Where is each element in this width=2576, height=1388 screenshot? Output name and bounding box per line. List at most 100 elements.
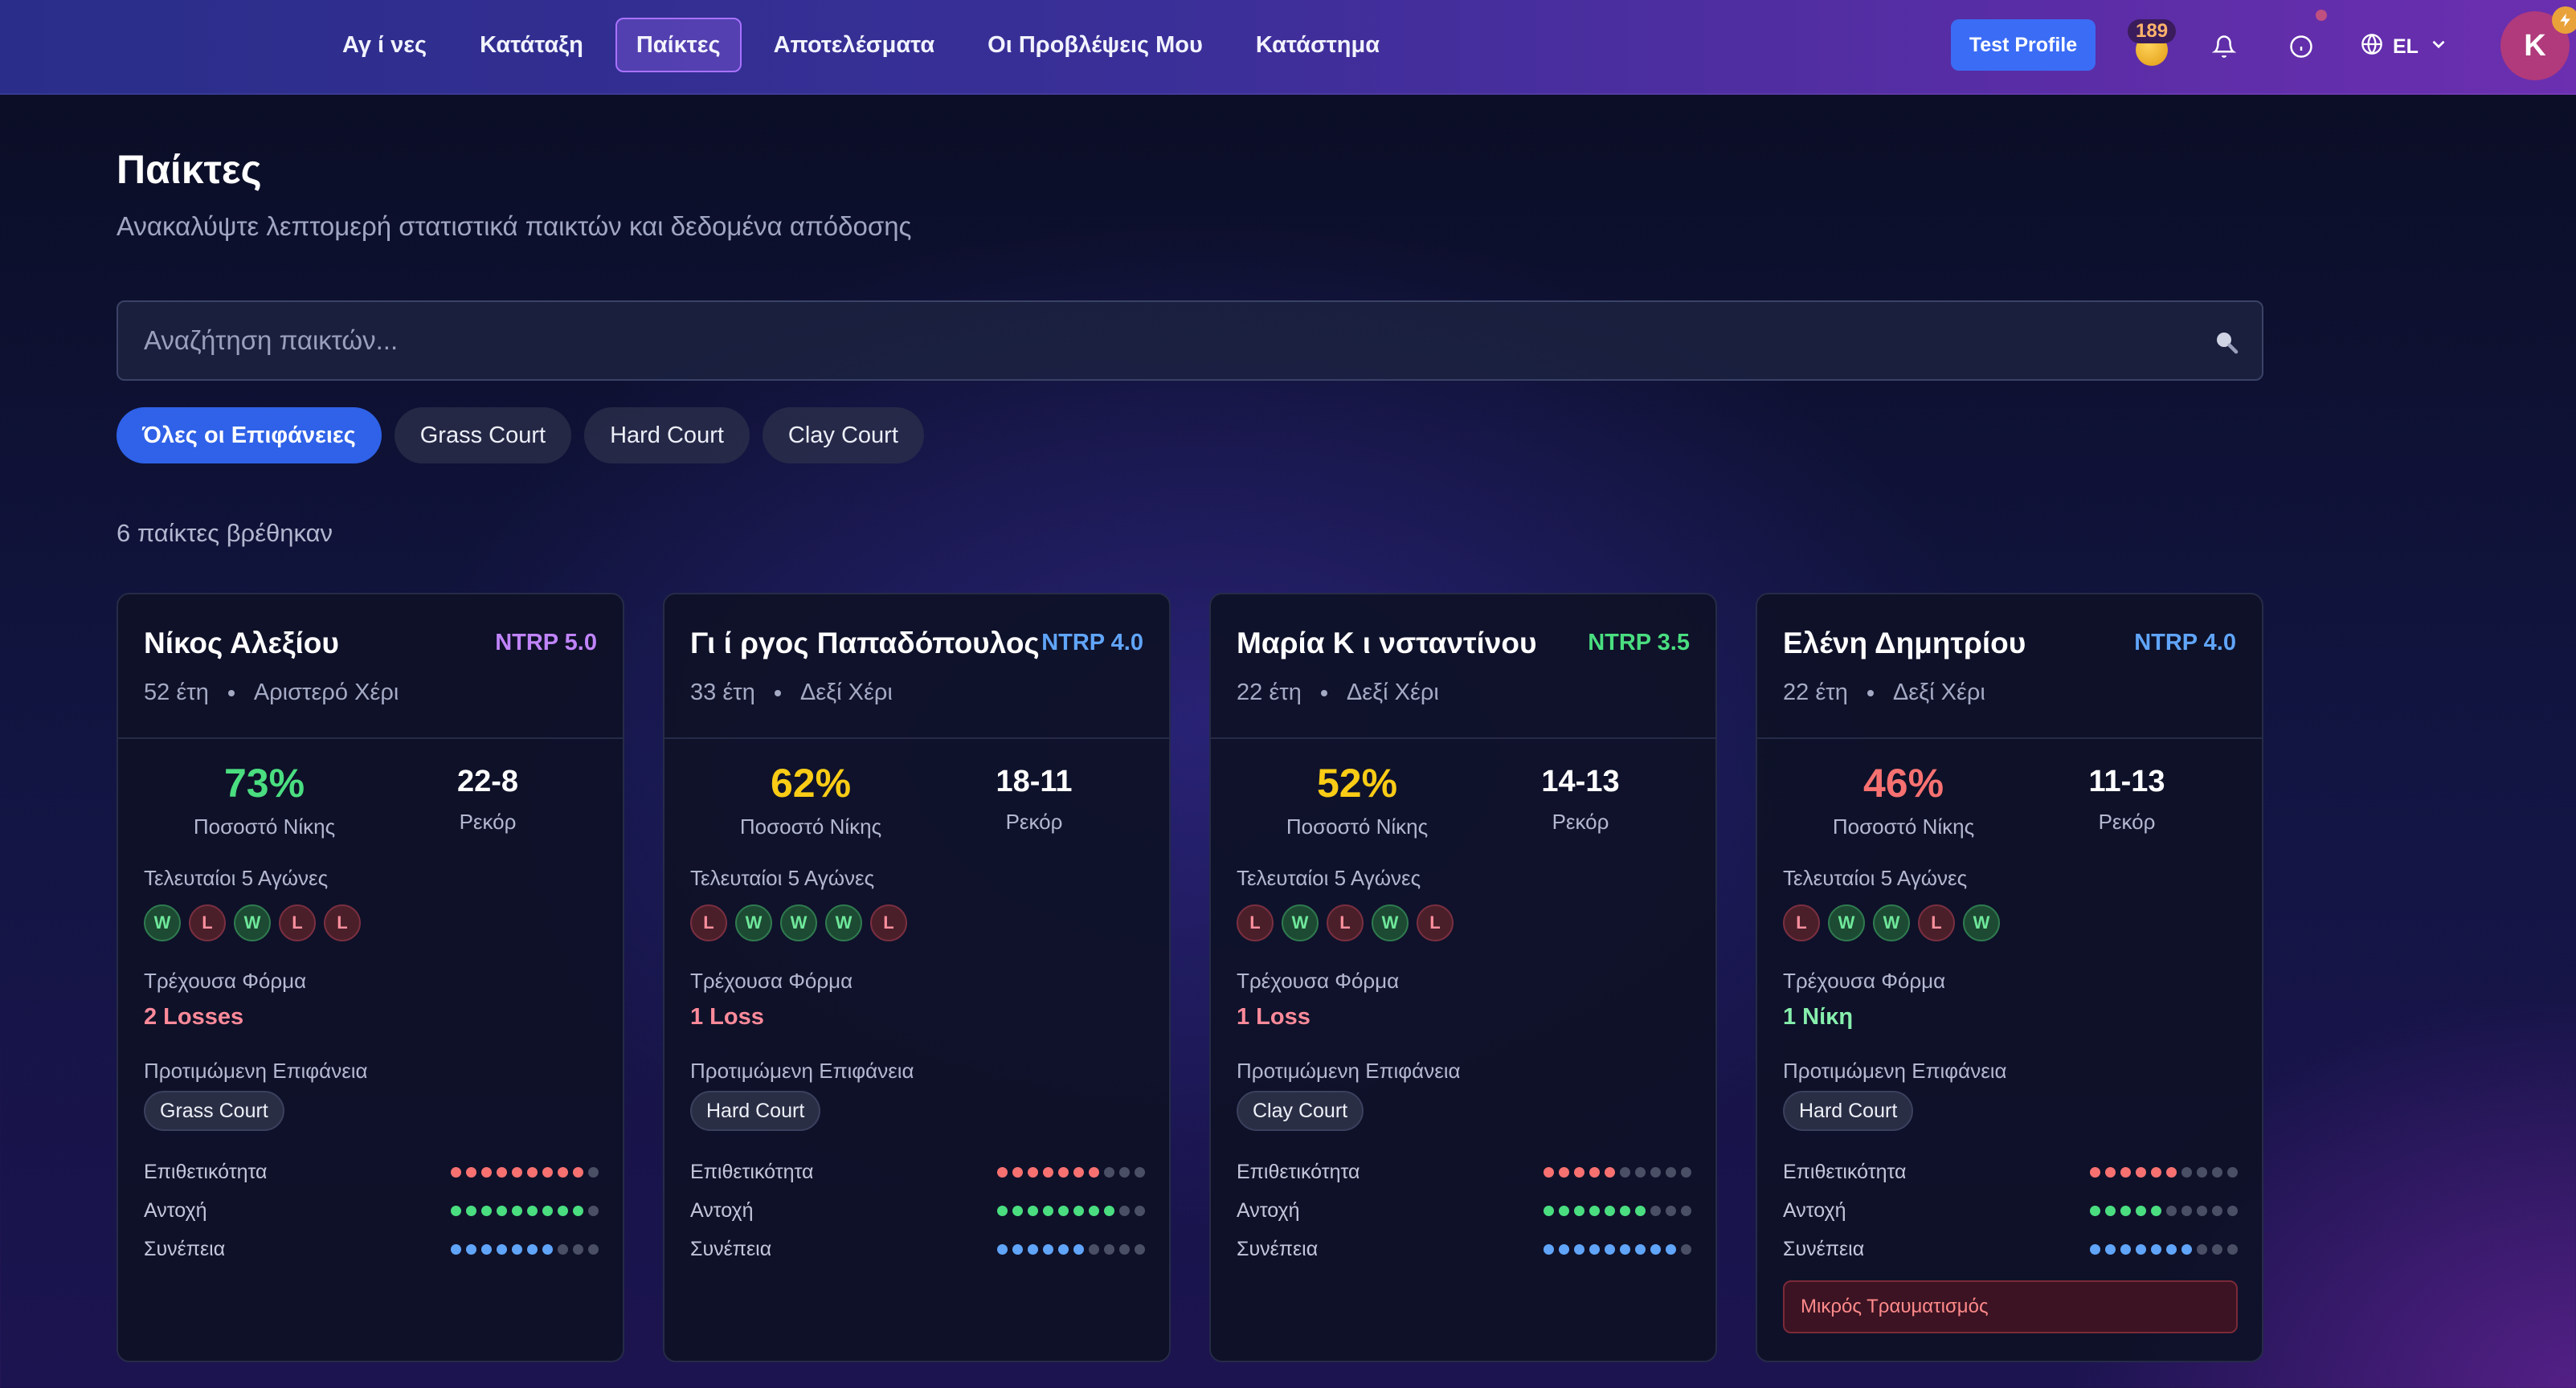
stat-dot: [2151, 1166, 2161, 1178]
nav-link-tournaments[interactable]: Αγ ί νες: [321, 18, 448, 72]
aggression-label: Επιθετικότητα: [1783, 1160, 1907, 1183]
stat-dot: [573, 1205, 583, 1216]
stat-dot: [1119, 1243, 1130, 1255]
stat-dot: [1058, 1243, 1069, 1255]
preferred-surface-label: Προτιμώμενη Επιφάνεια: [690, 1059, 914, 1083]
stat-dot: [1544, 1166, 1554, 1178]
separator-dot: [1867, 689, 1874, 696]
stat-dot: [1104, 1243, 1114, 1255]
endurance-stat: Αντοχή: [1783, 1198, 2238, 1223]
nav-link-results[interactable]: Αποτελέσματα: [753, 18, 956, 72]
consistency-label: Συνέπεια: [690, 1237, 772, 1260]
stat-dot: [1574, 1243, 1584, 1255]
coin-count-badge: 189: [2128, 19, 2177, 43]
stat-dot: [1559, 1243, 1569, 1255]
stat-dot: [1589, 1205, 1600, 1216]
player-name: Ελένη Δημητρίου: [1783, 627, 2026, 659]
nav-link-my-predictions[interactable]: Οι Προβλέψεις Μου: [967, 18, 1224, 72]
nav-link-leaderboard[interactable]: Κατάταξη: [459, 18, 604, 72]
filter-grass-court[interactable]: Grass Court: [394, 407, 572, 463]
aggression-stat: Επιθετικότητα: [1783, 1160, 2238, 1184]
bell-icon[interactable]: [2206, 29, 2242, 64]
win-percentage: 52%: [1316, 761, 1398, 806]
stat-dot: [997, 1205, 1008, 1216]
player-card[interactable]: Γι ί ργος Παπαδόπουλος NTRP 4.0 33 έτη Δε…: [663, 593, 1171, 1362]
stat-dot: [997, 1166, 1008, 1178]
stat-dot: [1650, 1243, 1661, 1255]
player-card[interactable]: Μαρία Κ ι νσταντίνου NTRP 3.5 22 έτη Δεξί…: [1209, 593, 1717, 1362]
match-result: L: [690, 904, 727, 941]
endurance-dots: [997, 1205, 1145, 1216]
consistency-dots: [2090, 1243, 2238, 1255]
player-hand: Δεξί Χέρι: [1346, 680, 1439, 705]
win-percentage: 73%: [223, 761, 305, 806]
player-meta: 22 έτη Δεξί Χέρι: [1237, 680, 1439, 706]
last-five-label: Τελευταίοι 5 Αγώνες: [1783, 866, 1968, 890]
stat-dot: [1635, 1166, 1646, 1178]
stat-dot: [1681, 1166, 1691, 1178]
stat-dot: [588, 1205, 599, 1216]
aggression-dots: [1544, 1166, 1691, 1178]
info-icon[interactable]: [2284, 29, 2319, 64]
player-age: 22 έτη: [1783, 680, 1848, 705]
record-value: 22-8: [456, 765, 519, 798]
stat-dot: [1012, 1205, 1023, 1216]
stat-dot: [2090, 1166, 2100, 1178]
endurance-label: Αντοχή: [1237, 1198, 1300, 1222]
player-card-header: Ελένη Δημητρίου NTRP 4.0 22 έτη Δεξί Χέρι: [1757, 594, 2262, 739]
chevron-down-icon: [2428, 34, 2449, 60]
stat-dot: [2166, 1243, 2177, 1255]
match-result: W: [144, 904, 181, 941]
separator-dot: [227, 689, 235, 696]
stat-dot: [542, 1243, 553, 1255]
player-meta: 33 έτη Δεξί Χέρι: [690, 680, 893, 706]
aggression-label: Επιθετικότητα: [690, 1160, 814, 1183]
globe-icon: [2361, 33, 2383, 61]
separator-dot: [1320, 689, 1327, 696]
stat-dot: [1620, 1243, 1630, 1255]
language-label: EL: [2393, 35, 2419, 58]
stat-dot: [1681, 1205, 1691, 1216]
match-result: L: [1783, 904, 1820, 941]
consistency-stat: Συνέπεια: [690, 1237, 1145, 1261]
filter-hard-court[interactable]: Hard Court: [584, 407, 750, 463]
nav-link-store[interactable]: Κατάστημα: [1235, 18, 1400, 72]
search-input[interactable]: [118, 302, 2262, 379]
endurance-dots: [2090, 1205, 2238, 1216]
stat-dot: [588, 1166, 599, 1178]
stat-dot: [2181, 1166, 2192, 1178]
stat-dot: [1605, 1166, 1615, 1178]
stat-dot: [1666, 1243, 1676, 1255]
stat-dot: [1028, 1243, 1038, 1255]
stat-dot: [1620, 1166, 1630, 1178]
test-profile-button[interactable]: Test Profile: [1951, 19, 2096, 71]
stat-dot: [512, 1243, 522, 1255]
match-result: W: [1828, 904, 1865, 941]
player-card-header: Μαρία Κ ι νσταντίνου NTRP 3.5 22 έτη Δεξί…: [1211, 594, 1715, 739]
stat-dot: [466, 1166, 476, 1178]
player-card[interactable]: Ελένη Δημητρίου NTRP 4.0 22 έτη Δεξί Χέρι…: [1756, 593, 2263, 1362]
consistency-stat: Συνέπεια: [1237, 1237, 1691, 1261]
win-percentage-label: Ποσοστό Νίκης: [1832, 814, 1975, 839]
aggression-stat: Επιθετικότητα: [1237, 1160, 1691, 1184]
stat-dot: [2212, 1243, 2222, 1255]
search-box: [117, 300, 2263, 381]
endurance-dots: [451, 1205, 599, 1216]
player-card-header: Νίκος Αλεξίου NTRP 5.0 52 έτη Αριστερό Χέ…: [118, 594, 623, 739]
last-five-label: Τελευταίοι 5 Αγώνες: [1237, 866, 1421, 890]
language-selector[interactable]: EL: [2361, 29, 2449, 64]
preferred-surface-label: Προτιμώμενη Επιφάνεια: [144, 1059, 368, 1083]
filter-all-surfaces[interactable]: Όλες οι Επιφάνειες: [117, 407, 382, 463]
consistency-stat: Συνέπεια: [144, 1237, 599, 1261]
nav-link-players[interactable]: Παίκτες: [615, 18, 742, 72]
last-five-results: L W L W L: [1237, 904, 1454, 941]
stat-dot: [1544, 1205, 1554, 1216]
player-card[interactable]: Νίκος Αλεξίου NTRP 5.0 52 έτη Αριστερό Χέ…: [117, 593, 624, 1362]
aggression-label: Επιθετικότητα: [144, 1160, 268, 1183]
stat-dot: [1589, 1243, 1600, 1255]
last-five-label: Τελευταίοι 5 Αγώνες: [690, 866, 875, 890]
consistency-label: Συνέπεια: [144, 1237, 226, 1260]
stat-dot: [497, 1243, 507, 1255]
filter-clay-court[interactable]: Clay Court: [762, 407, 924, 463]
aggression-label: Επιθετικότητα: [1237, 1160, 1360, 1183]
